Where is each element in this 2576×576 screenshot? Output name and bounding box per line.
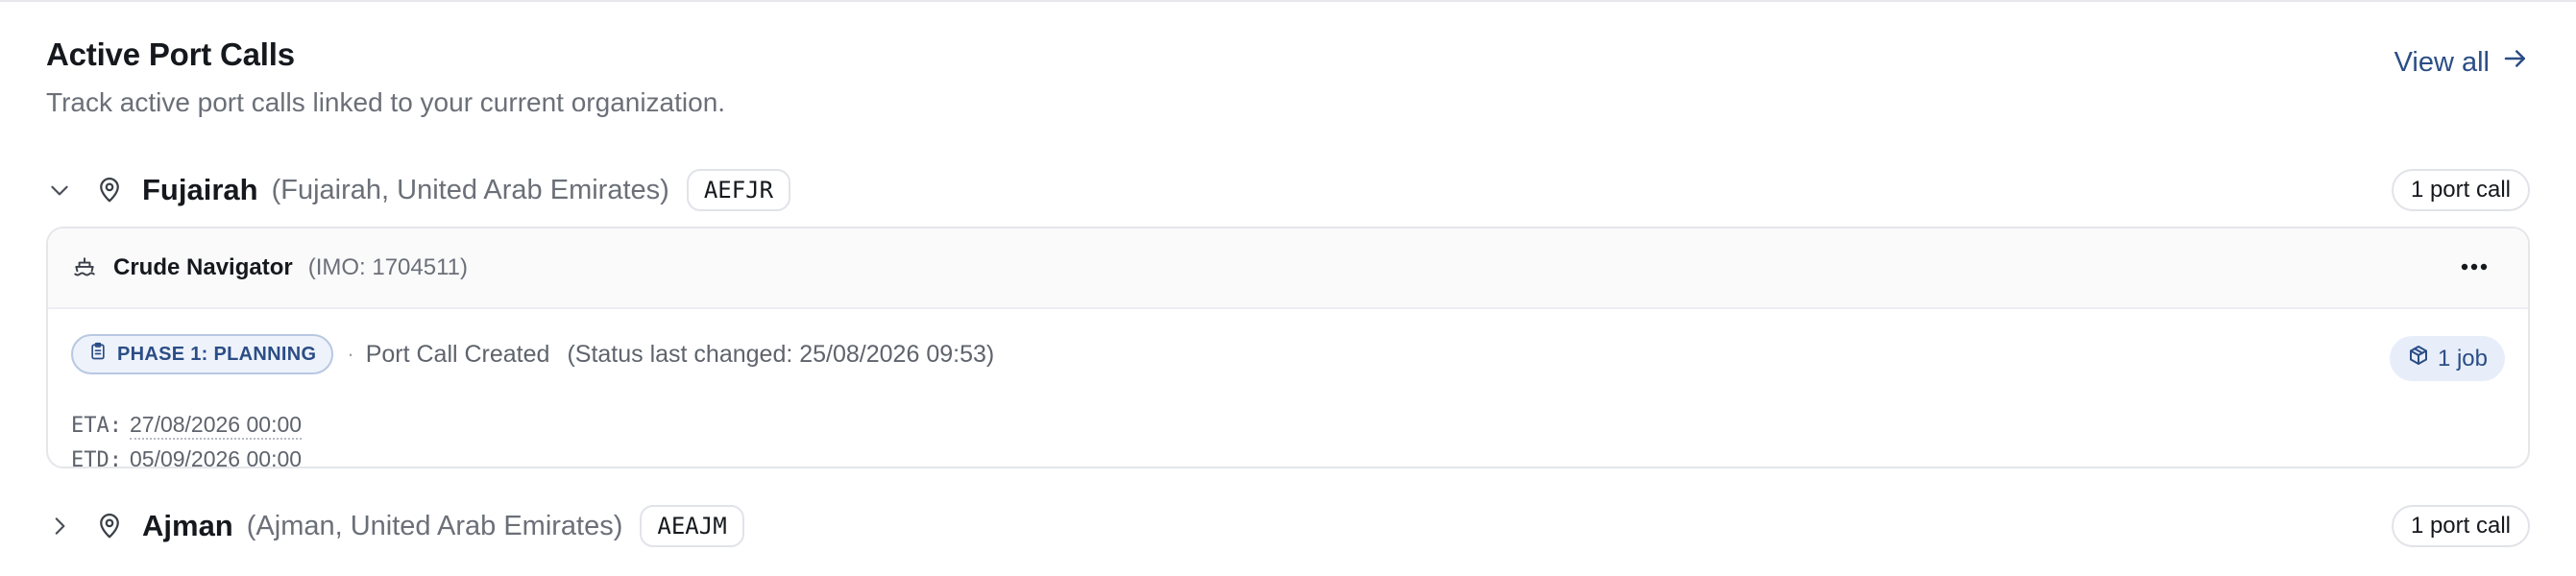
job-count-label: 1 job bbox=[2437, 345, 2488, 372]
ship-icon bbox=[71, 254, 98, 281]
job-count-badge[interactable]: 1 job bbox=[2389, 336, 2505, 381]
package-icon bbox=[2407, 344, 2430, 373]
more-horizontal-icon[interactable] bbox=[2455, 250, 2493, 284]
eta-key: ETA: bbox=[71, 414, 122, 438]
map-pin-icon bbox=[94, 175, 125, 205]
eta-line: ETA: 27/08/2026 00:00 bbox=[71, 411, 303, 440]
vessel-name[interactable]: Crude Navigator bbox=[113, 254, 293, 281]
phase-status-row: PHASE 1: PLANNING · Port Call Created (S… bbox=[71, 334, 994, 374]
vessel-port-call-card: Crude Navigator (IMO: 1704511) PHASE 1: … bbox=[46, 227, 2530, 468]
port-group-ajman: Ajman (Ajman, United Arab Emirates) AEAJ… bbox=[46, 503, 2530, 549]
view-all-link[interactable]: View all bbox=[2394, 44, 2530, 81]
etd-line: ETD: 05/09/2026 00:00 bbox=[71, 445, 302, 468]
port-location: (Ajman, United Arab Emirates) bbox=[246, 510, 623, 541]
port-name[interactable]: Fujairah bbox=[142, 173, 258, 207]
vessel-body: PHASE 1: PLANNING · Port Call Created (S… bbox=[48, 309, 2528, 467]
phase-badge: PHASE 1: PLANNING bbox=[71, 334, 334, 374]
etd-key: ETD: bbox=[71, 448, 122, 468]
active-port-calls-card: Active Port Calls Track active port call… bbox=[0, 0, 2576, 576]
separator-dot: · bbox=[347, 342, 354, 366]
port-call-status: Port Call Created bbox=[365, 340, 550, 368]
port-call-count-badge: 1 port call bbox=[2391, 169, 2530, 211]
chevron-right-icon[interactable] bbox=[46, 513, 73, 540]
vessel-header: Crude Navigator (IMO: 1704511) bbox=[48, 228, 2528, 309]
card-subtitle: Track active port calls linked to your c… bbox=[46, 87, 726, 117]
port-group-fujairah: Fujairah (Fujairah, United Arab Emirates… bbox=[46, 167, 2530, 213]
map-pin-icon bbox=[94, 511, 125, 541]
port-location: (Fujairah, United Arab Emirates) bbox=[271, 174, 669, 205]
port-call-count-badge: 1 port call bbox=[2391, 505, 2530, 547]
port-code-badge: AEAJM bbox=[640, 505, 744, 547]
port-code-badge: AEFJR bbox=[686, 169, 791, 211]
status-last-changed: (Status last changed: 25/08/2026 09:53) bbox=[567, 340, 995, 368]
view-all-label: View all bbox=[2394, 46, 2490, 78]
chevron-down-icon[interactable] bbox=[46, 177, 73, 204]
card-header: Active Port Calls Track active port call… bbox=[46, 36, 2530, 132]
vessel-imo: (IMO: 1704511) bbox=[307, 254, 469, 280]
card-title: Active Port Calls bbox=[46, 36, 295, 72]
phase-label: PHASE 1: PLANNING bbox=[117, 343, 317, 365]
arrow-right-icon bbox=[2501, 44, 2530, 81]
eta-value: 27/08/2026 00:00 bbox=[129, 411, 303, 440]
port-name[interactable]: Ajman bbox=[142, 509, 233, 543]
clipboard-icon bbox=[88, 342, 108, 367]
etd-value: 05/09/2026 00:00 bbox=[130, 445, 302, 467]
